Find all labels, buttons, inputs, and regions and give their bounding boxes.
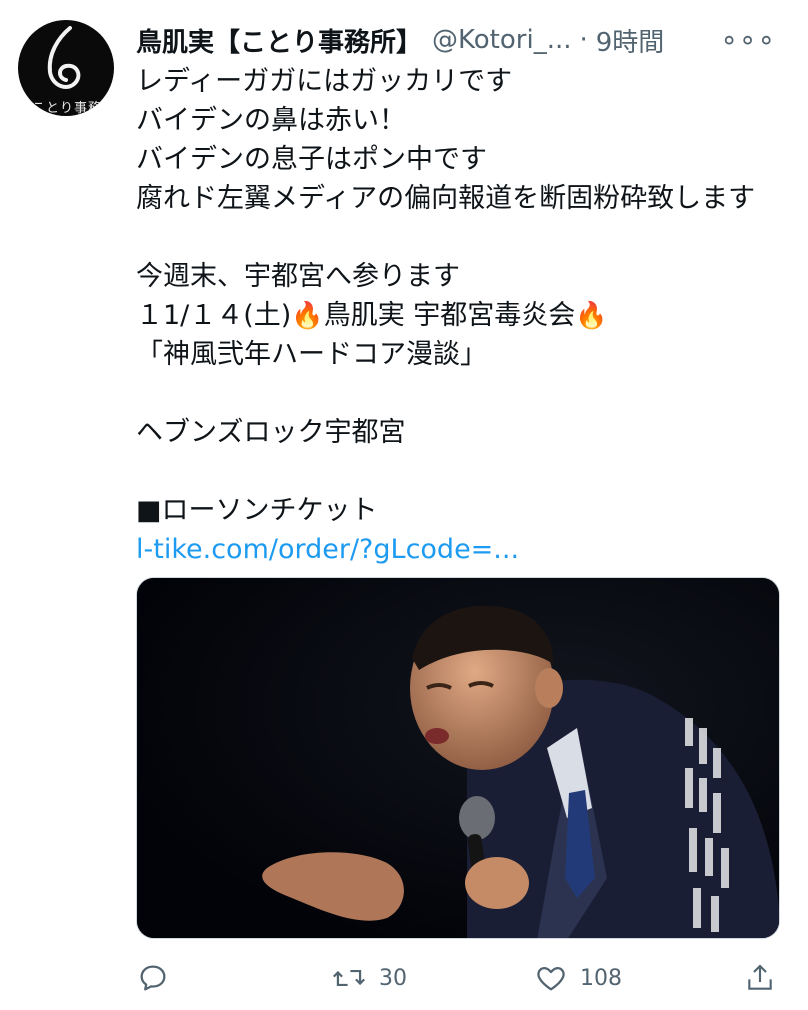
timestamp[interactable]: 9時間 (596, 22, 665, 59)
retweet-button[interactable]: 30 (331, 955, 407, 1001)
more-horizontal-icon[interactable]: ∘∘∘ (720, 22, 776, 58)
event-title: 鳥肌実 宇都宮毒炎会 (323, 300, 576, 331)
tweet-line: 「神風弐年ハードコア漫談」 (136, 339, 487, 370)
like-count: 108 (580, 965, 622, 991)
tweet-line: 腐れド左翼メディアの偏向報道を断固粉砕致します (136, 183, 756, 214)
tweet-line: バイデンの息子はポン中です (136, 144, 487, 175)
event-date: １1/１４(土) (136, 300, 292, 331)
tweet-line: レディーガガにはガッカリです (136, 66, 513, 97)
tweet-actions: 30 108 (136, 955, 786, 1001)
performer-photo (137, 578, 779, 938)
fire-emoji-icon: 🔥 (575, 301, 608, 331)
ticket-link[interactable]: l-tike.com/order/?gLcode=... (136, 530, 796, 569)
tweet-line: ヘブンズロック宇都宮 (136, 417, 406, 448)
display-name[interactable]: 鳥肌実【ことり事務所】 (136, 22, 422, 59)
tweet-line: バイデンの鼻は赤い！ (136, 105, 406, 136)
reply-button[interactable] (136, 955, 182, 1001)
separator-dot: · (579, 25, 588, 55)
avatar[interactable]: ことり事務 (18, 20, 114, 116)
avatar-caption: ことり事務 (32, 101, 103, 116)
share-icon (748, 964, 772, 990)
fire-emoji-icon: 🔥 (291, 301, 324, 331)
heart-icon (537, 966, 565, 991)
retweet-count: 30 (379, 965, 407, 991)
tweet-line: 今週末、宇都宮へ参ります (136, 261, 460, 292)
tweet-body: レディーガガにはガッカリです バイデンの鼻は赤い！ バイデンの息子はポン中です … (136, 62, 796, 569)
tweet-photo[interactable] (136, 577, 780, 939)
tweet-header: 鳥肌実【ことり事務所】 @Kotori_... · 9時間 ∘∘∘ (136, 22, 788, 58)
tweet-line: ■ローソンチケット (136, 495, 378, 526)
reply-icon (140, 965, 166, 991)
retweet-icon (332, 969, 366, 987)
user-handle[interactable]: @Kotori_... (432, 25, 571, 55)
share-button[interactable] (744, 955, 788, 1001)
event-line: １1/１４(土)🔥鳥肌実 宇都宮毒炎会🔥 (136, 296, 796, 335)
like-button[interactable]: 108 (534, 955, 622, 1001)
